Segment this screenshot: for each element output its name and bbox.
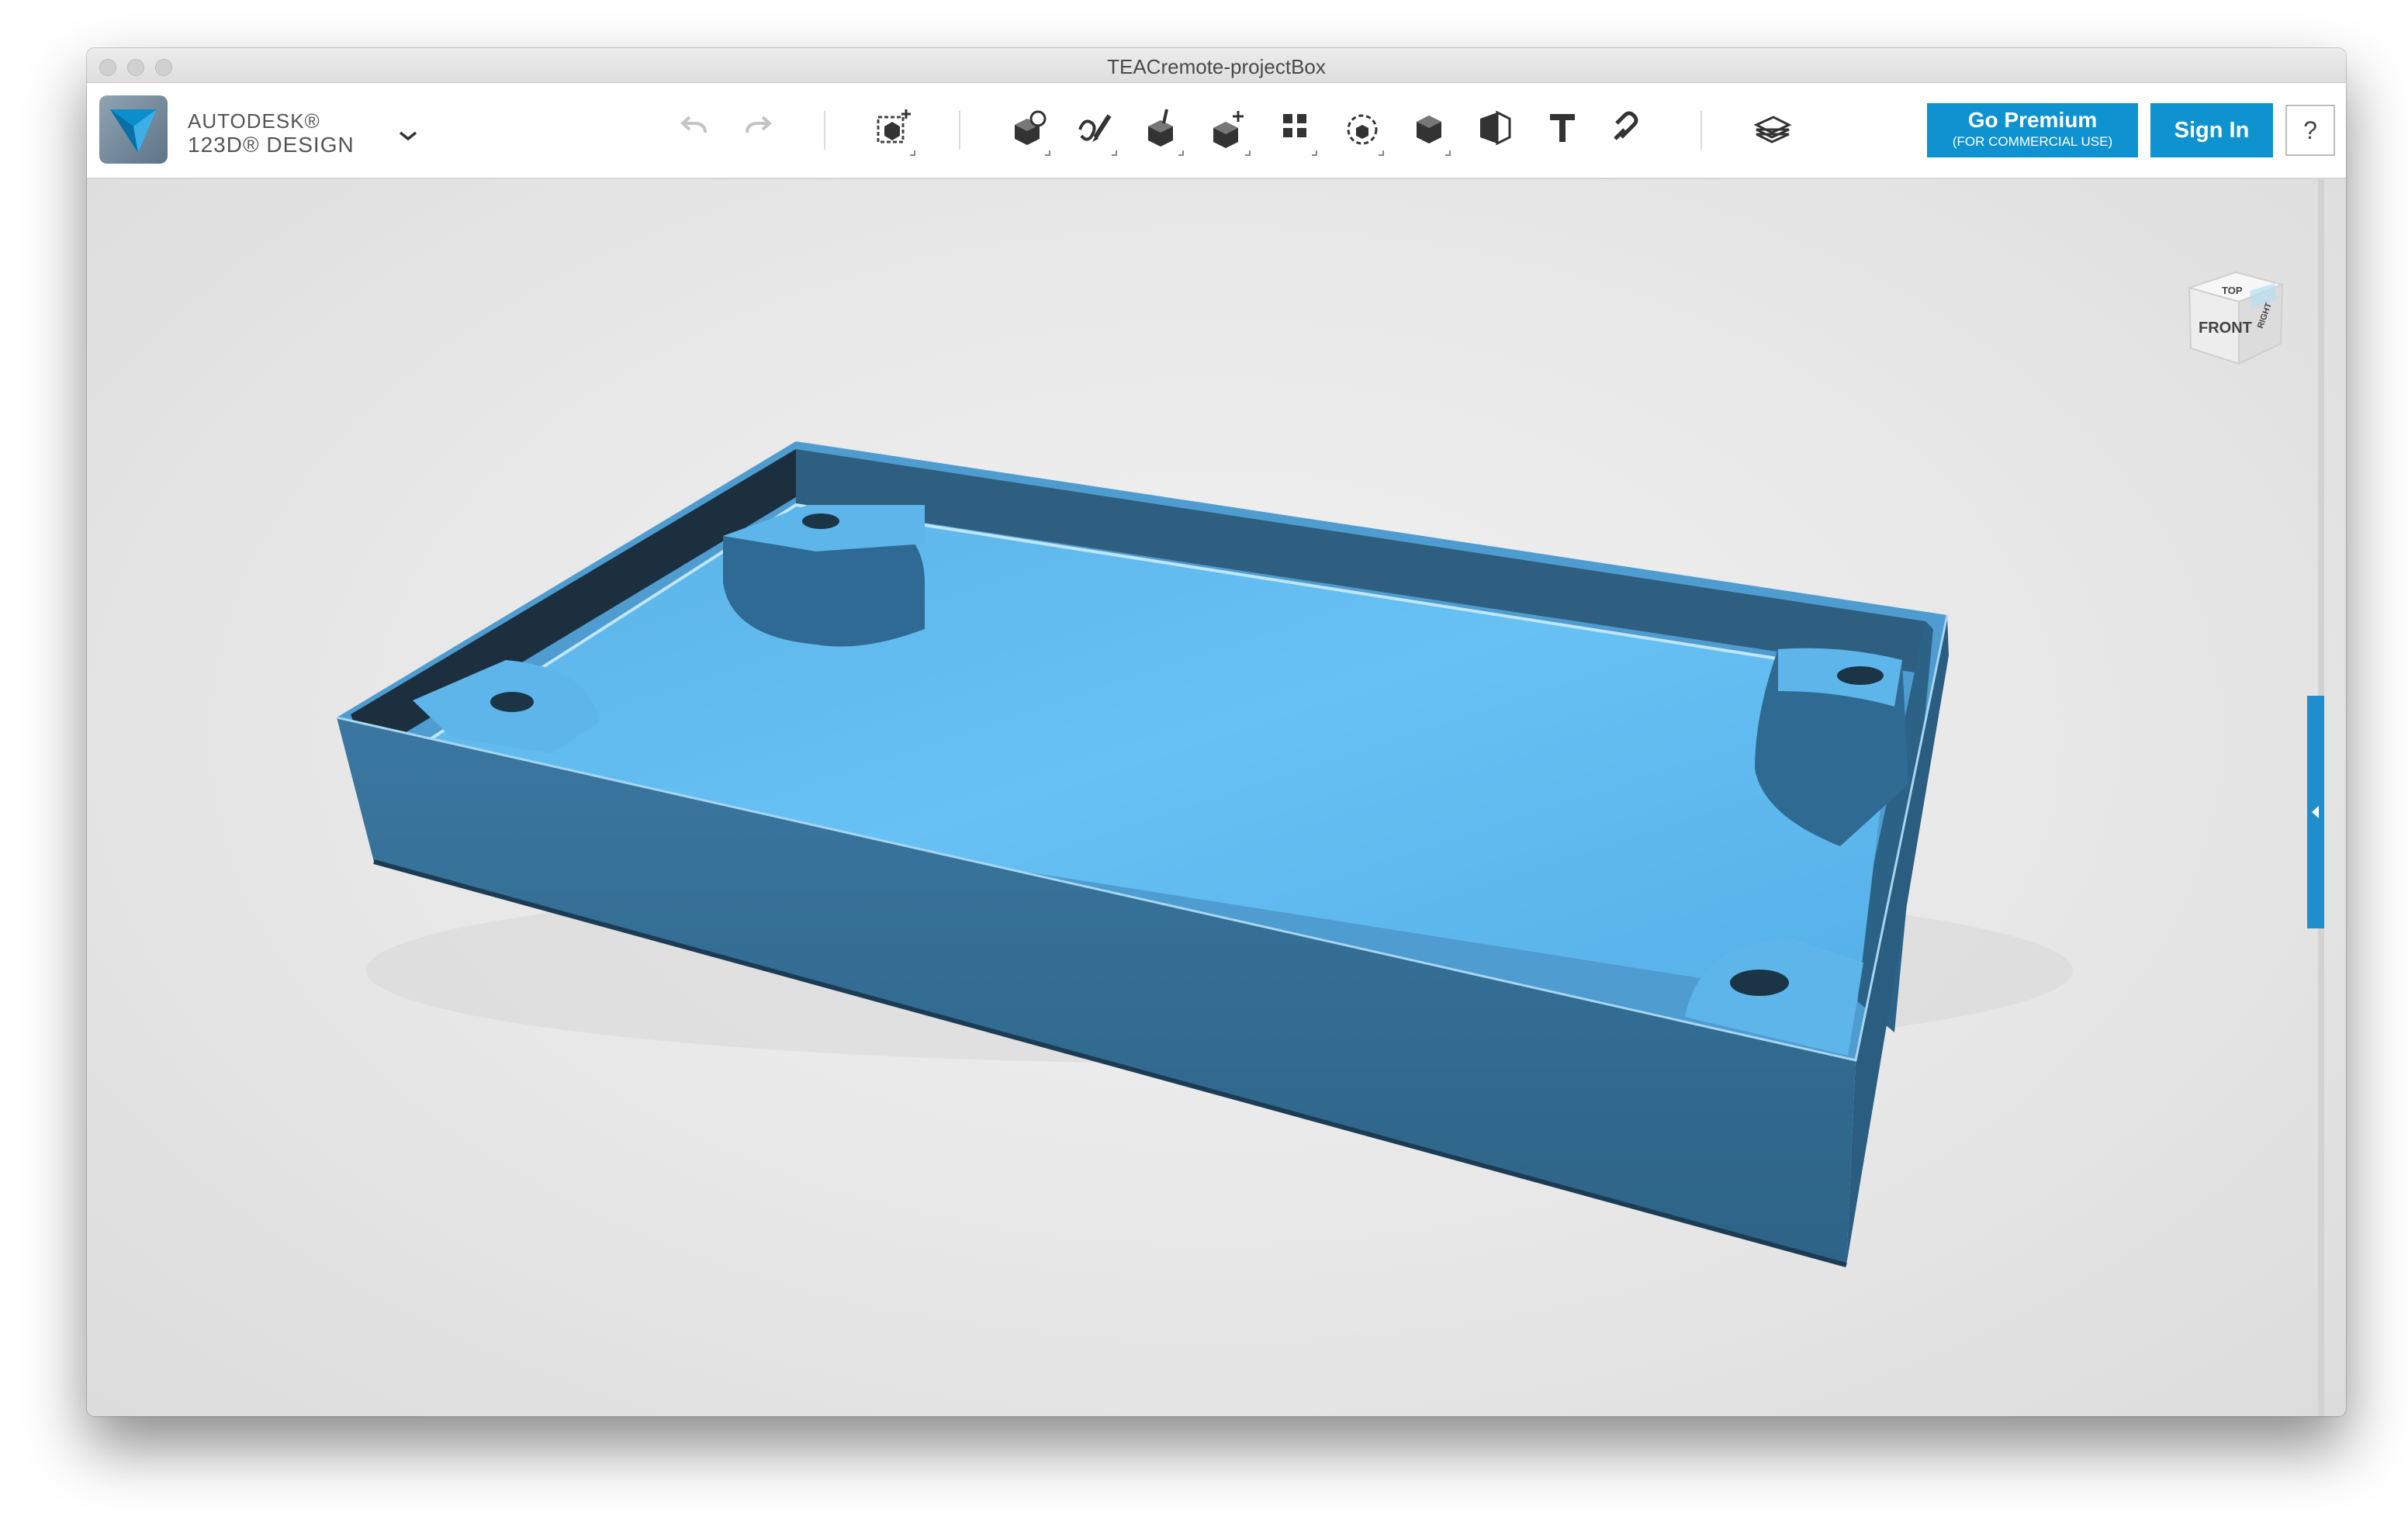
grouping-icon [1347, 114, 1378, 145]
primitives-icon [1015, 110, 1047, 145]
snap-tool[interactable] [1606, 105, 1652, 151]
viewcube-top-label[interactable]: TOP [2222, 285, 2243, 296]
chevron-left-icon [2312, 806, 2319, 818]
redo-icon [746, 116, 773, 133]
dropdown-indicator [1379, 150, 1384, 156]
logo-triangle-icon [110, 109, 157, 153]
combine-icon [1417, 116, 1441, 143]
window-title: TEACremote-projectBox [1107, 55, 1326, 78]
primitives-tool[interactable] [1005, 105, 1052, 156]
app-logo[interactable] [99, 95, 168, 164]
pattern-tool[interactable] [1272, 105, 1319, 156]
sign-in-button[interactable]: Sign In [2150, 103, 2273, 157]
title-bar: TEACremote-projectBox [87, 48, 2346, 83]
material-icon [1753, 116, 1792, 143]
brand-company: AUTODESK® [188, 109, 320, 133]
dropdown-indicator [1245, 150, 1251, 156]
toolbar-separator [824, 111, 825, 150]
transform-tool[interactable] [870, 105, 917, 156]
dropdown-indicator [1445, 150, 1451, 156]
go-premium-button[interactable]: Go Premium (FOR COMMERCIAL USE) [1927, 103, 2138, 157]
dropdown-indicator [1112, 150, 1117, 156]
help-button[interactable]: ? [2285, 105, 2335, 156]
dropdown-indicator [1178, 150, 1184, 156]
measure-icon [1480, 110, 1511, 146]
toolbar: AUTODESK® 123D® DESIGN Go Premium (FOR C… [87, 83, 2346, 179]
3d-viewport[interactable]: TOP FRONT RIGHT [87, 179, 2346, 1416]
sketch-icon [1078, 114, 1112, 142]
combine-tool[interactable] [1406, 105, 1452, 156]
toolbar-separator [959, 111, 960, 150]
go-premium-sublabel: (FOR COMMERCIAL USE) [1952, 134, 2113, 149]
app-menu-button[interactable] [391, 122, 425, 150]
grouping-tool[interactable] [1339, 105, 1386, 156]
redo-button[interactable] [735, 105, 782, 151]
dropdown-indicator [1312, 150, 1317, 156]
dropdown-indicator [1045, 150, 1050, 156]
measure-tool[interactable] [1472, 105, 1519, 151]
pattern-icon [1283, 114, 1306, 137]
snap-icon [1614, 111, 1638, 140]
viewcube-front-label[interactable]: FRONT [2199, 320, 2252, 337]
dropdown-indicator [910, 150, 915, 156]
text-icon [1550, 114, 1575, 142]
side-panel-toggle[interactable] [2307, 696, 2324, 928]
chevron-down-icon [399, 131, 417, 141]
sketch-tool[interactable] [1072, 105, 1119, 156]
undo-icon [680, 116, 707, 133]
text-tool[interactable] [1539, 105, 1586, 151]
undo-button[interactable] [670, 105, 717, 151]
project-box-model[interactable] [87, 179, 2346, 1416]
transform-icon [877, 109, 911, 143]
toolbar-separator [1700, 111, 1702, 150]
construct-tool[interactable] [1139, 105, 1185, 156]
view-cube[interactable]: TOP FRONT RIGHT [2174, 257, 2290, 389]
app-window: TEACremote-projectBox AUTODESK® 123D® DE… [87, 48, 2346, 1416]
modify-icon [1213, 111, 1244, 148]
boss-back-left [723, 505, 925, 647]
material-tool[interactable] [1749, 105, 1795, 151]
construct-icon [1148, 109, 1173, 147]
go-premium-label: Go Premium [1967, 108, 2098, 132]
modify-tool[interactable] [1206, 105, 1252, 156]
brand-product: 123D® DESIGN [188, 133, 355, 157]
